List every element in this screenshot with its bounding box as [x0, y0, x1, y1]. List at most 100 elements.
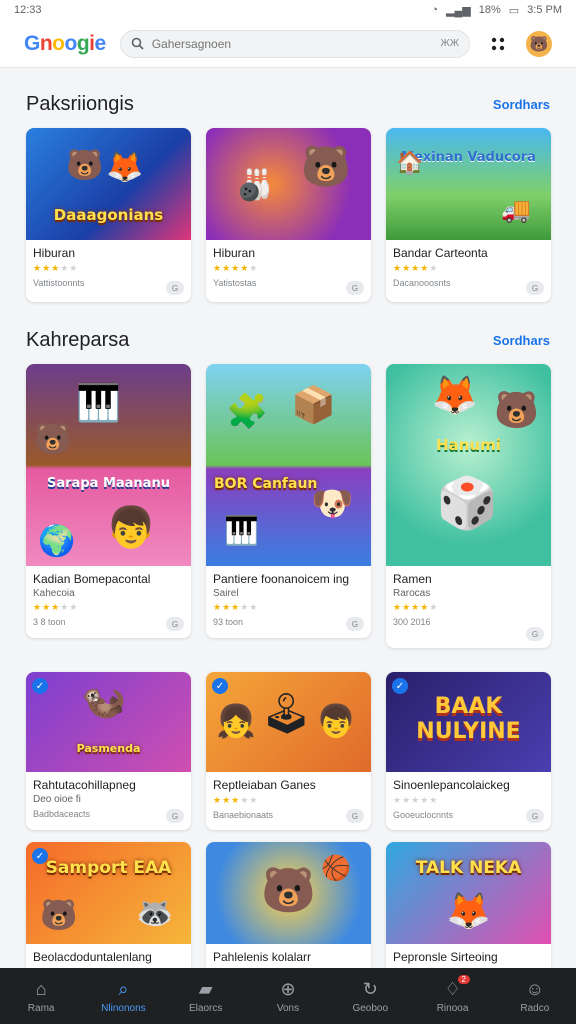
apps-grid-button[interactable] — [484, 30, 512, 58]
card-title: Beolacdoduntalenlang — [33, 950, 152, 964]
thumbnail-banner: TALK NEKA — [415, 858, 522, 878]
card-title: Hiburan — [213, 246, 256, 260]
game-thumbnail: 🦊 🐻 Hanumi 🎲 — [386, 364, 551, 566]
signal-icon: ▂▄▆ — [445, 4, 471, 17]
nav-item-search[interactable]: ⌕ Nlinonons — [88, 979, 158, 1014]
thumbnail-banner: BAAK NULYINE — [416, 694, 521, 744]
card-meta: 93 toon — [213, 617, 244, 627]
section-header-featured: Paksriiongis Sordhars — [0, 92, 576, 116]
see-all-link[interactable]: Sordhars — [493, 97, 550, 112]
card-meta: 3 8 toon — [33, 617, 66, 627]
card-grid-categories-row1: 🎹 🐻 Sarapa Maananu 👦 🌍 Kadian Bomepacontal… — [0, 364, 576, 648]
card-subtitle: Rarocas — [393, 588, 431, 599]
nav-item-profile[interactable]: ☺ Radco — [500, 979, 570, 1014]
install-button[interactable]: G — [166, 617, 184, 631]
app-logo[interactable]: Gnoogie — [24, 32, 106, 56]
game-thumbnail: Mexinan Vaducora 🚚 🏠 — [386, 128, 551, 240]
install-button[interactable]: G — [166, 281, 184, 295]
install-button[interactable]: G — [346, 809, 364, 823]
card-title: Kadian Bomepacontal — [33, 572, 151, 586]
game-card[interactable]: ✓ 🦦 Pasmenda Rahtutacohillapneg Deo oioe… — [26, 672, 191, 830]
rating-stars: ★★★★★ — [393, 602, 439, 612]
search-input[interactable] — [151, 36, 433, 51]
card-meta: Vattistoonnts — [33, 278, 85, 288]
card-meta: Yatistostas — [213, 278, 257, 288]
card-subtitle: Kahecoia — [33, 588, 75, 599]
battery-percent: 18% — [478, 4, 501, 16]
wifi-icon: ◔ — [431, 4, 438, 16]
card-grid-categories-row2: ✓ 🦦 Pasmenda Rahtutacohillapneg Deo oioe… — [0, 672, 576, 830]
section-title: Paksriiongis — [26, 92, 134, 115]
game-card[interactable]: 🦊 🐻 Hanumi 🎲 Ramen Rarocas ★★★★★ 300 2016… — [386, 364, 551, 648]
folder-icon: ▰ — [198, 978, 213, 999]
game-card[interactable]: 🐻 🦊 Daaagonians Hiburan ★★★★★ Vattistoonn… — [26, 128, 191, 302]
rating-stars: ★★★★★ — [33, 602, 79, 612]
card-title: Hiburan — [33, 246, 76, 260]
install-button[interactable]: G — [526, 281, 544, 295]
game-thumbnail: ✓ 👧 🕹 👦 — [206, 672, 371, 772]
game-thumbnail: 🐻 🏀 — [206, 842, 371, 944]
card-meta: Banaebionaats — [213, 810, 274, 820]
nav-item-updates[interactable]: ↻ Geoboo — [335, 979, 405, 1014]
thumbnail-banner: Pasmenda — [76, 742, 141, 755]
thumbnail-banner: Samport EAA — [45, 858, 172, 878]
game-card[interactable]: 🎹 🐻 Sarapa Maananu 👦 🌍 Kadian Bomepacontal… — [26, 364, 191, 638]
install-button[interactable]: G — [526, 627, 544, 641]
install-button[interactable]: G — [346, 281, 364, 295]
search-icon — [131, 37, 144, 50]
compass-icon: ⊕ — [280, 978, 296, 999]
avatar[interactable]: 🐻 — [526, 30, 552, 57]
nav-item-explore[interactable]: ⊕ Vons — [253, 979, 323, 1014]
nav-label: Elaorcs — [189, 1002, 223, 1014]
see-all-link[interactable]: Sordhars — [493, 333, 550, 348]
verified-icon: ✓ — [212, 678, 228, 694]
thumbnail-banner: Hanumi — [436, 436, 501, 454]
thumbnail-banner: Daaagonians — [53, 206, 164, 224]
card-title: Ramen — [393, 572, 432, 586]
game-thumbnail: 🎳 🐻 — [206, 128, 371, 240]
card-title: Sinoenlepancolaickeg — [393, 778, 510, 792]
install-button[interactable]: G — [346, 617, 364, 631]
bottom-navigation: ⌂ Rama ⌕ Nlinonons ▰ Elaorcs ⊕ Vons ↻ Ge… — [0, 968, 576, 1024]
game-card[interactable]: Mexinan Vaducora 🚚 🏠 Bandar Carteonta ★★★… — [386, 128, 551, 302]
card-title: Rahtutacohillapneg — [33, 778, 136, 792]
status-clock: 3:5 PM — [527, 4, 562, 16]
nav-label: Geoboo — [352, 1002, 389, 1014]
rating-stars: ★★★★★ — [213, 795, 259, 805]
card-subtitle: Sairel — [213, 588, 239, 599]
game-card[interactable]: ✓ BAAK NULYINE Sinoenlepancolaickeg ★★★★… — [386, 672, 551, 830]
card-subtitle: Deo oioe fi — [33, 794, 81, 805]
game-thumbnail: 🎹 🐻 Sarapa Maananu 👦 🌍 — [26, 364, 191, 566]
card-title: Bandar Carteonta — [393, 246, 488, 260]
game-card[interactable]: ✓ 👧 🕹 👦 Reptleiaban Ganes ★★★★★ Banaebiona… — [206, 672, 371, 830]
card-meta: Badbdaceacts — [33, 809, 91, 819]
rating-stars: ★★★★★ — [393, 795, 439, 805]
game-thumbnail: ✓ BAAK NULYINE — [386, 672, 551, 772]
nav-label: Radco — [520, 1002, 550, 1014]
game-card[interactable]: 🧩 📦 BOR Canfaun 🐶 🎹 Pantiere foonanoicem i… — [206, 364, 371, 638]
game-thumbnail: ✓ 🦦 Pasmenda — [26, 672, 191, 772]
rating-stars: ★★★★★ — [213, 602, 259, 612]
nav-item-library[interactable]: ▰ Elaorcs — [171, 979, 241, 1014]
game-thumbnail: 🐻 🦊 Daaagonians — [26, 128, 191, 240]
profile-icon: ☺ — [525, 978, 545, 999]
card-meta: 300 2016 — [393, 617, 431, 627]
battery-icon: ▭ — [508, 4, 520, 17]
game-thumbnail: 🧩 📦 BOR Canfaun 🐶 🎹 — [206, 364, 371, 566]
section-header-categories: Kahreparsa Sordhars — [0, 328, 576, 352]
card-title: Pantiere foonanoicem ing — [213, 572, 350, 586]
search-bar[interactable]: ЖЖ — [119, 29, 470, 58]
refresh-icon: ↻ — [362, 978, 378, 999]
game-card[interactable]: 🎳 🐻 Hiburan ★★★★★ Yatistostas G — [206, 128, 371, 302]
nav-item-home[interactable]: ⌂ Rama — [6, 979, 76, 1014]
nav-item-notifications[interactable]: ♢ 2 Rinooa — [418, 974, 488, 1014]
nav-label: Rama — [27, 1002, 55, 1014]
home-icon: ⌂ — [35, 978, 47, 999]
clear-search-icon[interactable]: ЖЖ — [441, 38, 459, 49]
install-button[interactable]: G — [166, 809, 184, 823]
card-title: Pahlelenis kolalarr — [213, 950, 312, 964]
search-icon: ⌕ — [118, 978, 129, 999]
install-button[interactable]: G — [526, 809, 544, 823]
card-title: Pepronsle Sirteoing — [393, 950, 498, 964]
game-thumbnail: ✓ Samport EAA 🐻 🦝 — [26, 842, 191, 944]
